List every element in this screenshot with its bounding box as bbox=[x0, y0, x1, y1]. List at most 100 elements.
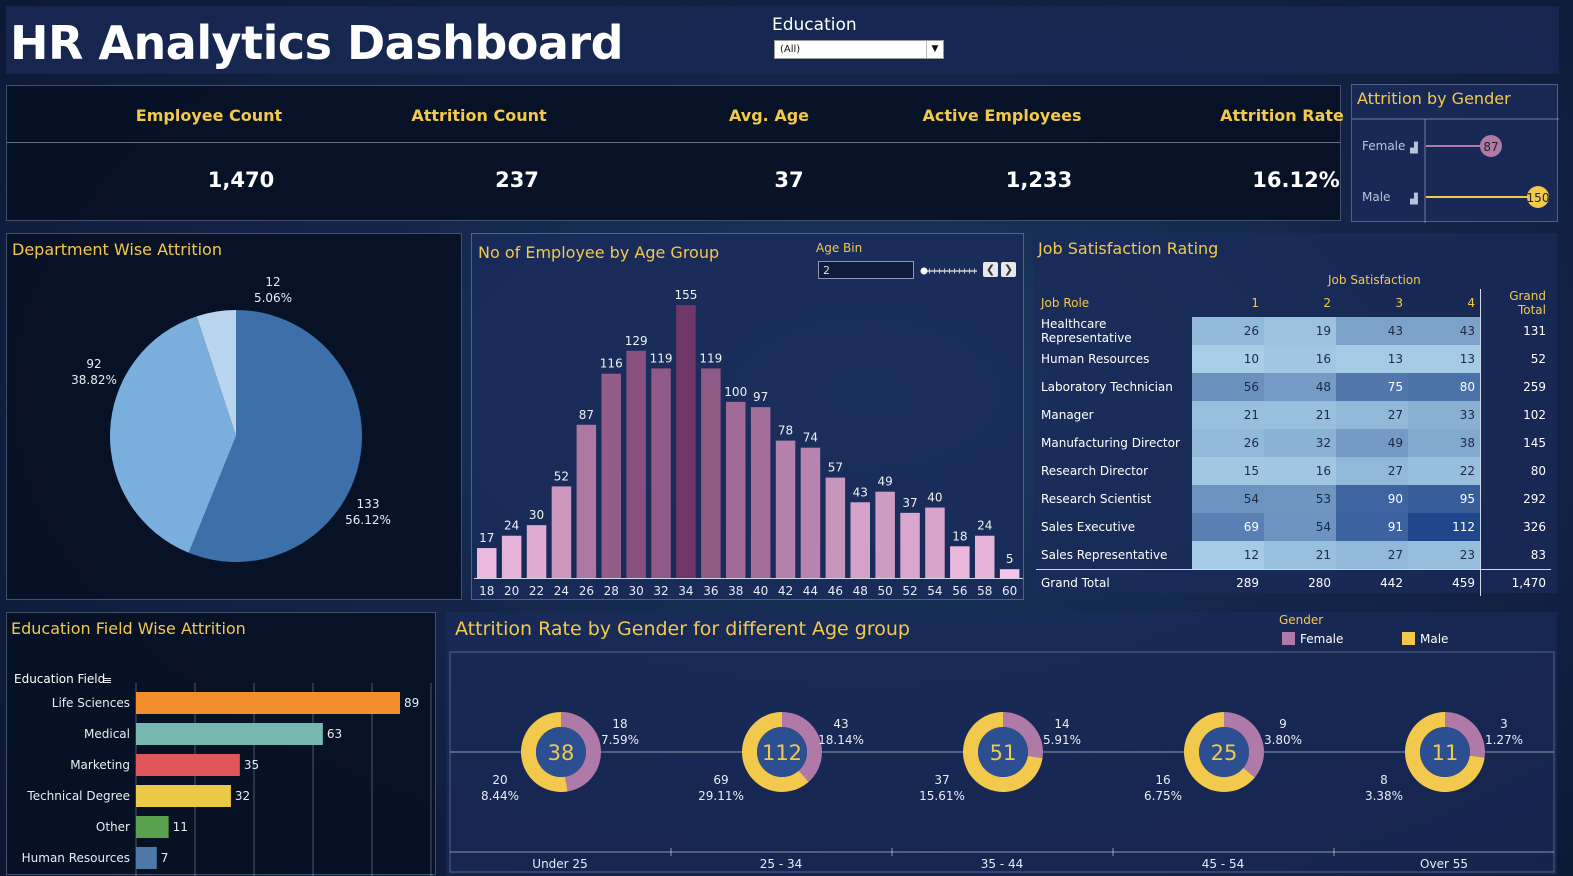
satisfaction-cell[interactable]: 15 bbox=[1192, 457, 1264, 485]
satisfaction-cell[interactable]: 26 bbox=[1192, 429, 1264, 457]
age-tick-label: 30 bbox=[629, 584, 644, 598]
age-bar[interactable] bbox=[850, 502, 871, 578]
satisfaction-cell[interactable]: 21 bbox=[1264, 401, 1336, 429]
age-bar[interactable] bbox=[701, 368, 721, 578]
satisfaction-cell[interactable]: 13 bbox=[1408, 345, 1481, 373]
satisfaction-cell[interactable]: 69 bbox=[1192, 513, 1264, 541]
satisfaction-cell[interactable]: 21 bbox=[1264, 541, 1336, 570]
age-bar-value-label: 74 bbox=[803, 431, 818, 445]
satisfaction-cell[interactable]: 43 bbox=[1408, 317, 1481, 345]
satisfaction-cell[interactable]: 80 bbox=[1408, 373, 1481, 401]
satisfaction-cell[interactable]: 27 bbox=[1336, 401, 1408, 429]
satisfaction-cell[interactable]: 48 bbox=[1264, 373, 1336, 401]
satisfaction-cell[interactable]: 21 bbox=[1192, 401, 1264, 429]
male-pct-label: 29.11% bbox=[698, 789, 744, 803]
satisfaction-cell[interactable]: 27 bbox=[1336, 457, 1408, 485]
satisfaction-cell[interactable]: 54 bbox=[1264, 513, 1336, 541]
age-group-label: Over 55 bbox=[1420, 857, 1468, 871]
satisfaction-cell[interactable]: 75 bbox=[1336, 373, 1408, 401]
satisfaction-cell[interactable]: 90 bbox=[1336, 485, 1408, 513]
age-bar[interactable] bbox=[975, 535, 995, 578]
satisfaction-cell[interactable]: 91 bbox=[1336, 513, 1408, 541]
satisfaction-cell[interactable]: 43 bbox=[1336, 317, 1408, 345]
age-bar[interactable] bbox=[775, 440, 796, 578]
satisfaction-cell[interactable]: 49 bbox=[1336, 429, 1408, 457]
satisfaction-cell[interactable]: 38 bbox=[1408, 429, 1481, 457]
age-bar-value-label: 116 bbox=[600, 357, 623, 371]
age-bar[interactable] bbox=[676, 305, 696, 578]
edu-bar[interactable] bbox=[136, 847, 157, 869]
row-total-cell: 83 bbox=[1480, 541, 1551, 570]
satisfaction-cell[interactable]: 112 bbox=[1408, 513, 1481, 541]
age-group-label: 45 - 54 bbox=[1202, 857, 1245, 871]
kpi-panel: Employee Count Attrition Count Avg. Age … bbox=[6, 85, 1344, 221]
edu-category-label: Life Sciences bbox=[52, 696, 130, 710]
age-bar[interactable] bbox=[900, 512, 920, 578]
male-pct-label: 8.44% bbox=[481, 789, 519, 803]
age-bar[interactable] bbox=[726, 401, 746, 578]
satisfaction-cell[interactable]: 33 bbox=[1408, 401, 1481, 429]
education-filter-dropdown[interactable]: (All) ▼ bbox=[774, 40, 944, 59]
education-filter-label: Education bbox=[772, 15, 857, 35]
table-row: Research Director 15 16 27 22 80 bbox=[1036, 457, 1551, 485]
satisfaction-cell[interactable]: 10 bbox=[1192, 345, 1264, 373]
satisfaction-cell[interactable]: 22 bbox=[1408, 457, 1481, 485]
age-bar[interactable] bbox=[825, 477, 846, 578]
chevron-down-icon[interactable]: ▼ bbox=[926, 41, 943, 58]
age-bar[interactable] bbox=[750, 407, 771, 578]
age-bar-value-label: 40 bbox=[927, 491, 942, 505]
satisfaction-cell[interactable]: 23 bbox=[1408, 541, 1481, 570]
job-role-cell: Research Director bbox=[1041, 464, 1149, 478]
age-gender-donut-chart: 38187.59%208.44%Under 251124318.14%6929.… bbox=[449, 651, 1555, 873]
satisfaction-cell[interactable]: 95 bbox=[1408, 485, 1481, 513]
edu-bar[interactable] bbox=[136, 754, 240, 776]
table-row: Manager 21 21 27 33 102 bbox=[1036, 401, 1551, 429]
age-bar[interactable] bbox=[601, 373, 622, 578]
satisfaction-cell[interactable]: 16 bbox=[1264, 457, 1336, 485]
satisfaction-cell[interactable]: 26 bbox=[1192, 317, 1264, 345]
satisfaction-cell[interactable]: 27 bbox=[1336, 541, 1408, 570]
age-bar[interactable] bbox=[576, 424, 597, 578]
satisfaction-cell[interactable]: 54 bbox=[1192, 485, 1264, 513]
age-bar[interactable] bbox=[551, 486, 572, 578]
job-role-cell: Sales Representative bbox=[1041, 548, 1168, 562]
age-bar[interactable] bbox=[999, 569, 1020, 578]
age-bar-value-label: 52 bbox=[554, 469, 569, 483]
satisfaction-cell[interactable]: 56 bbox=[1192, 373, 1264, 401]
age-bar-value-label: 24 bbox=[977, 519, 992, 533]
satisfaction-cell[interactable]: 16 bbox=[1264, 345, 1336, 373]
sort-icon[interactable]: ≡ bbox=[103, 674, 112, 687]
edu-bar-value-label: 35 bbox=[244, 758, 259, 772]
age-bar[interactable] bbox=[651, 368, 671, 578]
age-bar[interactable] bbox=[925, 507, 945, 578]
age-bar[interactable] bbox=[526, 525, 547, 578]
edu-bar[interactable] bbox=[136, 692, 400, 714]
bar-chart-icon[interactable]: ▟ bbox=[1409, 192, 1418, 205]
kpi-attrition-rate-label: Attrition Rate bbox=[1220, 106, 1344, 125]
bar-chart-icon[interactable]: ▟ bbox=[1409, 141, 1418, 154]
col-2: 2 bbox=[1323, 296, 1331, 310]
edu-bar[interactable] bbox=[136, 785, 231, 807]
age-bar[interactable] bbox=[501, 535, 522, 578]
edu-bar[interactable] bbox=[136, 816, 169, 838]
age-bar[interactable] bbox=[875, 491, 895, 578]
table-header-row: Job Role 1 2 3 4 Grand Total bbox=[1036, 289, 1551, 317]
table-row: Healthcare Representative 26 19 43 43 131 bbox=[1036, 317, 1551, 345]
satisfaction-cell[interactable]: 32 bbox=[1264, 429, 1336, 457]
edu-bar[interactable] bbox=[136, 723, 323, 745]
satisfaction-cell[interactable]: 53 bbox=[1264, 485, 1336, 513]
satisfaction-cell[interactable]: 13 bbox=[1336, 345, 1408, 373]
satisfaction-cell[interactable]: 19 bbox=[1264, 317, 1336, 345]
female-pct-label: 18.14% bbox=[818, 733, 864, 747]
age-bar[interactable] bbox=[800, 447, 821, 578]
gender-value-label: 150 bbox=[1527, 191, 1550, 205]
gender-label: Male bbox=[1362, 190, 1390, 204]
age-bar-value-label: 57 bbox=[828, 461, 843, 475]
age-bar[interactable] bbox=[477, 548, 497, 578]
age-group-label: Under 25 bbox=[532, 857, 587, 871]
age-bar[interactable] bbox=[950, 546, 970, 578]
education-field-panel: Education Field Wise Attrition Education… bbox=[6, 612, 436, 876]
age-bar[interactable] bbox=[626, 350, 646, 578]
kpi-avg-age-label: Avg. Age bbox=[728, 106, 810, 125]
satisfaction-cell[interactable]: 12 bbox=[1192, 541, 1264, 570]
